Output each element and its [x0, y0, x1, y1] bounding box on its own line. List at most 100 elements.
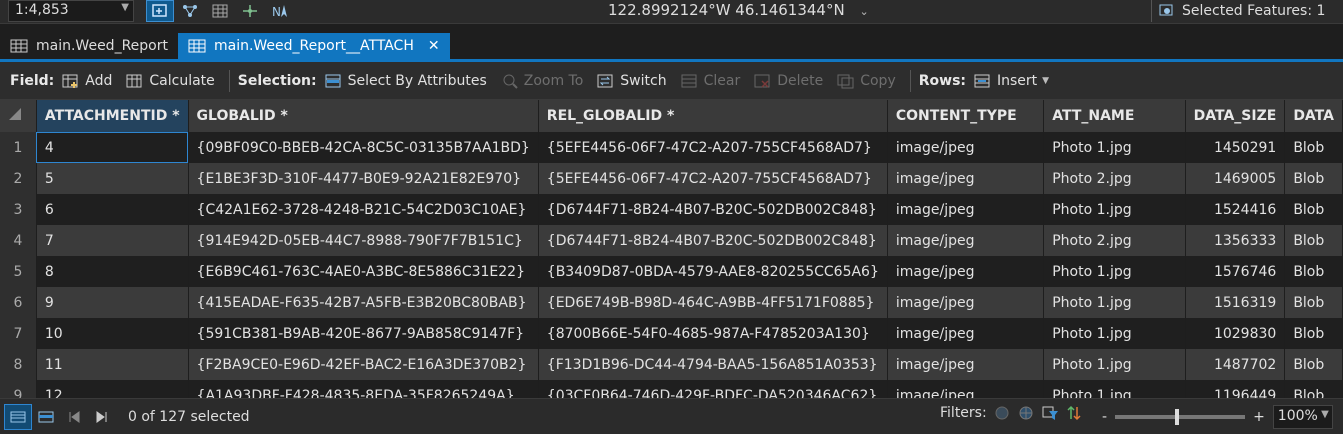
cell-attachmentid[interactable]: 6 — [36, 194, 189, 225]
cell-content-type[interactable]: image/jpeg — [887, 132, 1045, 163]
grid-tool-button[interactable] — [206, 0, 234, 22]
cell-data[interactable]: Blob — [1284, 256, 1343, 287]
table-row[interactable]: 3 6 {C42A1E62-3728-4248-B21C-54C2D03C10A… — [0, 194, 1343, 225]
table-row[interactable]: 1 4 {09BF09C0-BBEB-42CA-8C5C-03135B7AA1B… — [0, 132, 1343, 163]
cell-att-name[interactable]: Photo 1.jpg — [1043, 380, 1186, 398]
cell-data-size[interactable]: 1029830 — [1185, 318, 1286, 349]
zoom-to-button[interactable]: Zoom To — [501, 73, 583, 89]
column-header-data-size[interactable]: DATA_SIZE — [1185, 100, 1286, 132]
cell-data-size[interactable]: 1356333 — [1185, 225, 1286, 256]
cell-globalid[interactable]: {914E942D-05EB-44C7-8988-790F7F7B151C} — [188, 225, 539, 256]
copy-button[interactable]: Copy — [837, 73, 896, 89]
snapping-button[interactable] — [236, 0, 264, 22]
coordinate-readout[interactable]: 122.8992124°W 46.1461344°N ⌄ — [608, 1, 869, 19]
row-number[interactable]: 7 — [0, 318, 37, 349]
cell-data-size[interactable]: 1450291 — [1185, 132, 1286, 163]
cell-rel-globalid[interactable]: {03CF0B64-746D-429F-BDFC-DA520346AC62} — [538, 380, 888, 398]
cell-globalid[interactable]: {591CB381-B9AB-420E-8677-9AB858C9147F} — [188, 318, 539, 349]
cell-attachmentid[interactable]: 4 — [36, 132, 189, 163]
cell-content-type[interactable]: image/jpeg — [887, 194, 1045, 225]
cell-data-size[interactable]: 1487702 — [1185, 349, 1286, 380]
scale-dropdown[interactable]: 1:4,853 ▼ — [8, 0, 134, 22]
row-number[interactable]: 9 — [0, 380, 37, 398]
column-header-content-type[interactable]: CONTENT_TYPE — [887, 100, 1045, 132]
row-number[interactable]: 1 — [0, 132, 37, 163]
cell-rel-globalid[interactable]: {B3409D87-0BDA-4579-AAE8-820255CC65A6} — [538, 256, 888, 287]
cell-rel-globalid[interactable]: {D6744F71-8B24-4B07-B20C-502DB002C848} — [538, 225, 888, 256]
cell-attachmentid[interactable]: 7 — [36, 225, 189, 256]
table-row[interactable]: 7 10 {591CB381-B9AB-420E-8677-9AB858C914… — [0, 318, 1343, 349]
row-number[interactable]: 2 — [0, 163, 37, 194]
cell-data[interactable]: Blob — [1284, 163, 1343, 194]
column-header-globalid[interactable]: GLOBALID * — [188, 100, 539, 132]
cell-attachmentid[interactable]: 11 — [36, 349, 189, 380]
close-icon[interactable]: ✕ — [428, 38, 440, 54]
cell-content-type[interactable]: image/jpeg — [887, 349, 1045, 380]
calculate-field-button[interactable]: Calculate — [126, 73, 215, 89]
previous-record-button[interactable] — [60, 404, 88, 430]
cell-att-name[interactable]: Photo 2.jpg — [1043, 163, 1186, 194]
column-header-rel-globalid[interactable]: REL_GLOBALID * — [538, 100, 888, 132]
cell-data-size[interactable]: 1516319 — [1185, 287, 1286, 318]
clear-selection-button[interactable]: Clear — [681, 73, 740, 89]
show-selected-records-button[interactable] — [32, 404, 60, 430]
cell-data[interactable]: Blob — [1284, 380, 1343, 398]
cell-rel-globalid[interactable]: {D6744F71-8B24-4B07-B20C-502DB002C848} — [538, 194, 888, 225]
cell-content-type[interactable]: image/jpeg — [887, 225, 1045, 256]
cell-rel-globalid[interactable]: {F13D1B96-DC44-4794-BAA5-156A851A0353} — [538, 349, 888, 380]
select-by-attributes-button[interactable]: Select By Attributes — [325, 73, 487, 89]
cell-attachmentid[interactable]: 5 — [36, 163, 189, 194]
show-all-records-button[interactable] — [4, 403, 32, 430]
cell-data[interactable]: Blob — [1284, 225, 1343, 256]
column-header-att-name[interactable]: ATT_NAME — [1043, 100, 1186, 132]
cell-globalid[interactable]: {E6B9C461-763C-4AE0-A3BC-8E5886C31E22} — [188, 256, 539, 287]
select-all-corner[interactable] — [0, 100, 37, 132]
globe-filter-icon[interactable] — [1017, 405, 1035, 421]
cell-attachmentid[interactable]: 9 — [36, 287, 189, 318]
sort-arrows-icon[interactable] — [1065, 405, 1083, 421]
cell-attachmentid[interactable]: 12 — [36, 380, 189, 398]
delete-button[interactable]: Delete — [754, 73, 823, 89]
cell-content-type[interactable]: image/jpeg — [887, 256, 1045, 287]
table-row[interactable]: 2 5 {E1BE3F3D-310F-4477-B0E9-92A21E82E97… — [0, 163, 1343, 194]
cell-att-name[interactable]: Photo 2.jpg — [1043, 225, 1186, 256]
cell-globalid[interactable]: {C42A1E62-3728-4248-B21C-54C2D03C10AE} — [188, 194, 539, 225]
cell-data-size[interactable]: 1196449 — [1185, 380, 1286, 398]
row-number[interactable]: 4 — [0, 225, 37, 256]
add-field-button[interactable]: Add — [62, 73, 112, 89]
column-header-data[interactable]: DATA — [1284, 100, 1343, 132]
table-row[interactable]: 8 11 {F2BA9CE0-E96D-42EF-BAC2-E16A3DE370… — [0, 349, 1343, 380]
cell-attachmentid[interactable]: 10 — [36, 318, 189, 349]
cell-globalid[interactable]: {F2BA9CE0-E96D-42EF-BAC2-E16A3DE370B2} — [188, 349, 539, 380]
table-row[interactable]: 4 7 {914E942D-05EB-44C7-8988-790F7F7B151… — [0, 225, 1343, 256]
cell-globalid[interactable]: {A1A93DBF-F428-4835-8EDA-35F8265249A} — [188, 380, 539, 398]
cell-att-name[interactable]: Photo 1.jpg — [1043, 194, 1186, 225]
cell-rel-globalid[interactable]: {5EFE4456-06F7-47C2-A207-755CF4568AD7} — [538, 132, 888, 163]
cell-data-size[interactable]: 1524416 — [1185, 194, 1286, 225]
table-row[interactable]: 5 8 {E6B9C461-763C-4AE0-A3BC-8E5886C31E2… — [0, 256, 1343, 287]
cell-data[interactable]: Blob — [1284, 318, 1343, 349]
cell-content-type[interactable]: image/jpeg — [887, 318, 1045, 349]
row-number[interactable]: 6 — [0, 287, 37, 318]
cell-att-name[interactable]: Photo 1.jpg — [1043, 287, 1186, 318]
cell-data[interactable]: Blob — [1284, 132, 1343, 163]
selected-features-indicator[interactable]: Selected Features: 1 — [1151, 0, 1325, 22]
fixed-zoom-in-button[interactable] — [146, 0, 174, 22]
cell-data-size[interactable]: 1576746 — [1185, 256, 1286, 287]
zoom-out-button[interactable]: - — [1102, 409, 1107, 425]
cell-att-name[interactable]: Photo 1.jpg — [1043, 132, 1186, 163]
insert-rows-button[interactable]: Insert ▼ — [974, 73, 1049, 89]
cell-att-name[interactable]: Photo 1.jpg — [1043, 318, 1186, 349]
zoom-slider[interactable] — [1115, 409, 1246, 425]
cell-att-name[interactable]: Photo 1.jpg — [1043, 256, 1186, 287]
table-row[interactable]: 9 12 {A1A93DBF-F428-4835-8EDA-35F8265249… — [0, 380, 1343, 398]
tab-weed-report[interactable]: main.Weed_Report — [0, 33, 178, 59]
row-number[interactable]: 3 — [0, 194, 37, 225]
cell-data[interactable]: Blob — [1284, 287, 1343, 318]
cell-rel-globalid[interactable]: {8700B66E-54F0-4685-987A-F4785203A130} — [538, 318, 888, 349]
extent-filter-icon[interactable] — [993, 405, 1011, 421]
cell-data-size[interactable]: 1469005 — [1185, 163, 1286, 194]
cell-content-type[interactable]: image/jpeg — [887, 287, 1045, 318]
cell-globalid[interactable]: {09BF09C0-BBEB-42CA-8C5C-03135B7AA1BD} — [188, 132, 539, 163]
zoom-level-dropdown[interactable]: 100% ▼ — [1272, 405, 1333, 429]
